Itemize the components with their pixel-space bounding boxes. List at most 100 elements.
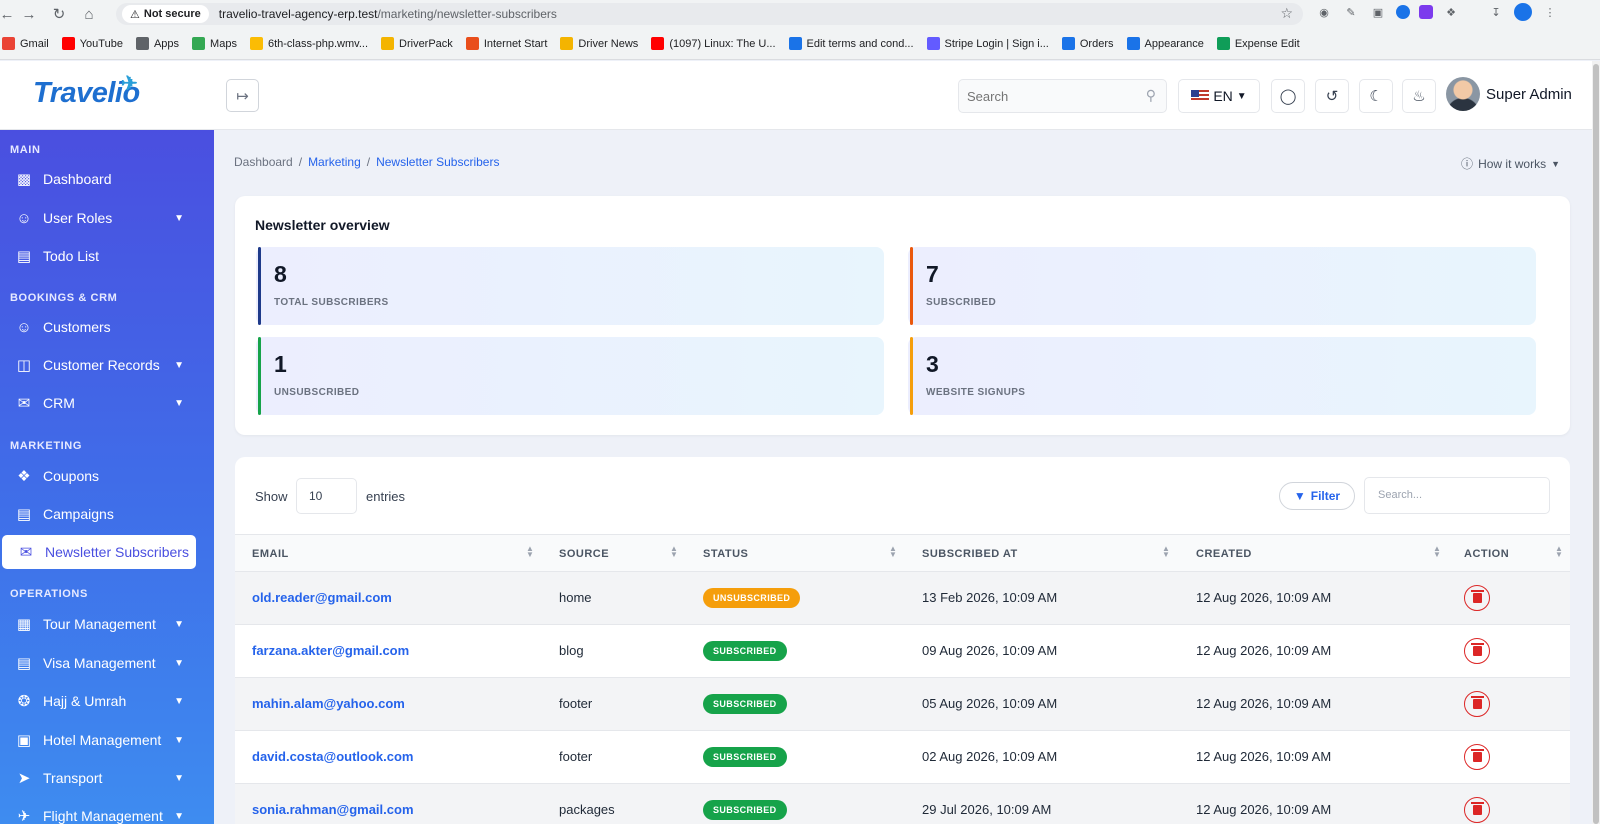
- bookmark-label: Driver News: [578, 37, 639, 50]
- sidebar-item-visa-management[interactable]: ▤ Visa Management ▼: [0, 645, 214, 681]
- entries-per-page-input[interactable]: 10: [296, 478, 357, 514]
- email-link[interactable]: david.costa@outlook.com: [252, 749, 413, 764]
- bookmark-item[interactable]: Orders: [1061, 37, 1114, 50]
- search-icon[interactable]: ⚲: [1146, 87, 1156, 104]
- bookmark-item[interactable]: 6th-class-php.wmv...: [249, 37, 369, 50]
- column-source[interactable]: SOURCE: [559, 548, 609, 560]
- header-search-input[interactable]: [967, 88, 1137, 104]
- delete-button[interactable]: [1464, 638, 1490, 664]
- sidebar-item-customer-records[interactable]: ◫ Customer Records ▼: [0, 347, 214, 383]
- trash-icon: [1470, 643, 1484, 656]
- bookmark-item[interactable]: Gmail: [2, 37, 49, 50]
- language-selector[interactable]: EN ▼: [1178, 79, 1260, 113]
- clipboard-icon: ▤: [16, 248, 32, 265]
- sort-icon[interactable]: ▲ ▼: [1162, 545, 1170, 559]
- bookmark-item[interactable]: DriverPack: [381, 37, 453, 50]
- email-link[interactable]: sonia.rahman@gmail.com: [252, 802, 414, 817]
- sidebar-toggle-button[interactable]: ↦: [226, 79, 259, 112]
- dark-mode-button[interactable]: ☾: [1359, 79, 1393, 113]
- email-link[interactable]: mahin.alam@yahoo.com: [252, 696, 405, 711]
- sidebar-item-hajj-umrah[interactable]: ❂ Hajj & Umrah ▼: [0, 683, 214, 719]
- moon-icon: ☾: [1369, 88, 1383, 105]
- delete-button[interactable]: [1464, 797, 1490, 823]
- sidebar-item-transport[interactable]: ➤ Transport ▼: [0, 760, 214, 796]
- page-scrollbar-thumb[interactable]: [1593, 64, 1599, 824]
- user-icon: ☺: [16, 318, 32, 336]
- security-indicator[interactable]: ⚠ Not secure: [122, 5, 209, 23]
- address-bar[interactable]: ⚠ Not secure travelio-travel-agency-erp.t…: [116, 3, 1303, 25]
- bookmark-favicon-icon: [926, 37, 940, 50]
- bookmark-item[interactable]: Driver News: [560, 37, 638, 50]
- breadcrumb-marketing[interactable]: Marketing: [308, 155, 361, 169]
- sort-icon[interactable]: ▲ ▼: [1433, 545, 1441, 559]
- sidebar-item-campaigns[interactable]: ▤ Campaigns: [0, 496, 214, 532]
- sort-icon[interactable]: ▲ ▼: [1555, 545, 1563, 559]
- profile-icon[interactable]: [1514, 3, 1532, 21]
- camera-extension-icon[interactable]: ▣: [1369, 3, 1387, 21]
- pen-extension-icon[interactable]: ✎: [1342, 3, 1360, 21]
- forward-icon[interactable]: →: [14, 0, 44, 28]
- sort-icon[interactable]: ▲ ▼: [526, 545, 534, 559]
- globe-button[interactable]: ◯: [1271, 79, 1305, 113]
- bookmark-favicon-icon: [1126, 37, 1140, 50]
- how-it-works-button[interactable]: ⓘ How it works ▼: [1461, 155, 1560, 172]
- sidebar-item-flight-management[interactable]: ✈ Flight Management ▼: [0, 798, 214, 824]
- sidebar-item-tour-management[interactable]: ▦ Tour Management ▼: [0, 606, 214, 642]
- delete-button[interactable]: [1464, 744, 1490, 770]
- notifications-button[interactable]: ♨: [1402, 79, 1436, 113]
- puzzle-extension-icon[interactable]: ❖: [1442, 3, 1460, 21]
- sidebar-item-todo-list[interactable]: ▤ Todo List: [0, 238, 214, 274]
- column-status[interactable]: STATUS: [703, 548, 748, 560]
- download-icon[interactable]: ↧: [1487, 3, 1505, 21]
- sidebar-item-label: Customer Records: [43, 357, 160, 373]
- filter-button[interactable]: ▼ Filter: [1279, 482, 1355, 510]
- bookmark-item[interactable]: Edit terms and cond...: [788, 37, 914, 50]
- sidebar-item-customers[interactable]: ☺ Customers: [0, 309, 214, 345]
- menu-kebab-icon[interactable]: ⋮: [1541, 3, 1559, 21]
- bookmark-item[interactable]: Appearance: [1126, 37, 1204, 50]
- column-subscribed-at[interactable]: SUBSCRIBED AT: [922, 548, 1018, 560]
- email-link[interactable]: farzana.akter@gmail.com: [252, 643, 409, 658]
- delete-button[interactable]: [1464, 585, 1490, 611]
- column-created[interactable]: CREATED: [1196, 548, 1252, 560]
- delete-button[interactable]: [1464, 691, 1490, 717]
- sidebar-item-user-roles[interactable]: ☺ User Roles ▼: [0, 200, 214, 236]
- bookmark-star-icon[interactable]: ☆: [1280, 5, 1293, 22]
- travelio-logo[interactable]: Travelio ✈: [33, 73, 140, 110]
- column-email[interactable]: EMAIL: [252, 548, 289, 560]
- bookmark-item[interactable]: Maps: [192, 37, 237, 50]
- breadcrumb-dashboard[interactable]: Dashboard: [234, 155, 293, 169]
- section-main: MAIN: [10, 144, 41, 156]
- header-search[interactable]: ⚲: [958, 79, 1167, 113]
- bookmark-item[interactable]: Expense Edit: [1216, 37, 1300, 50]
- reload-icon[interactable]: ↻: [44, 0, 74, 28]
- user-menu[interactable]: Super Admin: [1446, 77, 1572, 111]
- globe-extension-icon[interactable]: ◉: [1315, 3, 1333, 21]
- bookmark-item[interactable]: Stripe Login | Sign i...: [926, 37, 1049, 50]
- sidebar-item-newsletter-subscribers[interactable]: ✉ Newsletter Subscribers: [2, 535, 196, 569]
- bookmark-item[interactable]: Internet Start: [465, 37, 547, 50]
- stat-unsubscribed: 1 UNSUBSCRIBED: [256, 337, 884, 415]
- back-icon[interactable]: ←: [0, 0, 15, 28]
- blue-extension-icon[interactable]: [1396, 5, 1410, 19]
- created-cell: 12 Aug 2026, 10:09 AM: [1196, 802, 1332, 817]
- url-text: travelio-travel-agency-erp.test/marketin…: [219, 7, 557, 21]
- purple-extension-icon[interactable]: [1419, 5, 1433, 19]
- bookmark-label: 6th-class-php.wmv...: [267, 37, 369, 50]
- sidebar-item-coupons[interactable]: ❖ Coupons: [0, 458, 214, 494]
- email-link[interactable]: old.reader@gmail.com: [252, 590, 392, 605]
- plane-icon: ✈: [17, 808, 31, 824]
- bookmark-item[interactable]: Apps: [135, 37, 179, 50]
- home-icon[interactable]: ⌂: [74, 0, 104, 28]
- bookmark-item[interactable]: YouTube: [61, 37, 123, 50]
- sidebar-item-crm[interactable]: ✉ CRM ▼: [0, 385, 214, 421]
- table-search-input[interactable]: Search...: [1364, 477, 1550, 514]
- sidebar-item-dashboard[interactable]: ▩ Dashboard: [0, 161, 214, 197]
- chevron-down-icon: ▼: [174, 772, 184, 784]
- sort-icon[interactable]: ▲ ▼: [670, 545, 678, 559]
- sort-icon[interactable]: ▲ ▼: [889, 545, 897, 559]
- sidebar-item-label: Transport: [43, 770, 103, 786]
- sidebar-item-hotel-management[interactable]: ▣ Hotel Management ▼: [0, 722, 214, 758]
- bookmark-item[interactable]: (1097) Linux: The U...: [651, 37, 776, 50]
- refresh-button[interactable]: ↺: [1315, 79, 1349, 113]
